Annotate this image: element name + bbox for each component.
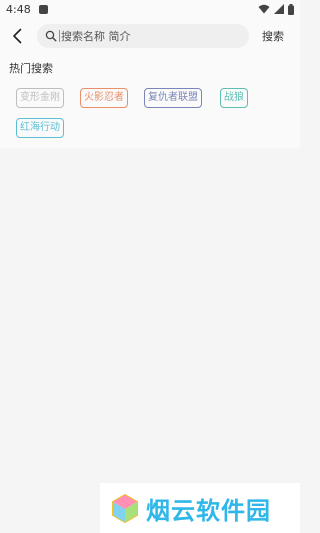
watermark-text: 烟云软件园 bbox=[146, 496, 271, 525]
search-input[interactable] bbox=[61, 29, 231, 43]
hot-tag[interactable]: 战狼 bbox=[220, 88, 248, 108]
watermark: 烟云软件园 bbox=[100, 483, 300, 533]
search-icon bbox=[45, 30, 57, 42]
search-button[interactable]: 搜索 bbox=[262, 28, 284, 44]
hot-tag[interactable]: 变形金刚 bbox=[16, 88, 64, 108]
status-time: 4:48 bbox=[6, 2, 31, 16]
signal-icon bbox=[274, 4, 284, 14]
notification-icon bbox=[38, 4, 48, 14]
hot-tag[interactable]: 复仇者联盟 bbox=[144, 88, 202, 108]
status-icons bbox=[258, 3, 294, 15]
status-bar: 4:48 bbox=[0, 0, 300, 18]
search-box[interactable] bbox=[37, 24, 249, 48]
watermark-logo-icon bbox=[112, 493, 138, 523]
hot-search-title: 热门搜索 bbox=[9, 62, 53, 75]
battery-icon bbox=[288, 3, 294, 15]
hot-tag[interactable]: 红海行动 bbox=[16, 118, 64, 138]
back-arrow-icon bbox=[13, 28, 22, 44]
text-cursor bbox=[59, 30, 60, 42]
search-header: 搜索 bbox=[0, 18, 300, 54]
back-button[interactable] bbox=[3, 18, 31, 54]
hot-search-panel: 热门搜索 变形金刚 火影忍者 复仇者联盟 战狼 红海行动 bbox=[0, 54, 300, 148]
wifi-icon bbox=[258, 4, 270, 14]
hot-tag[interactable]: 火影忍者 bbox=[80, 88, 128, 108]
